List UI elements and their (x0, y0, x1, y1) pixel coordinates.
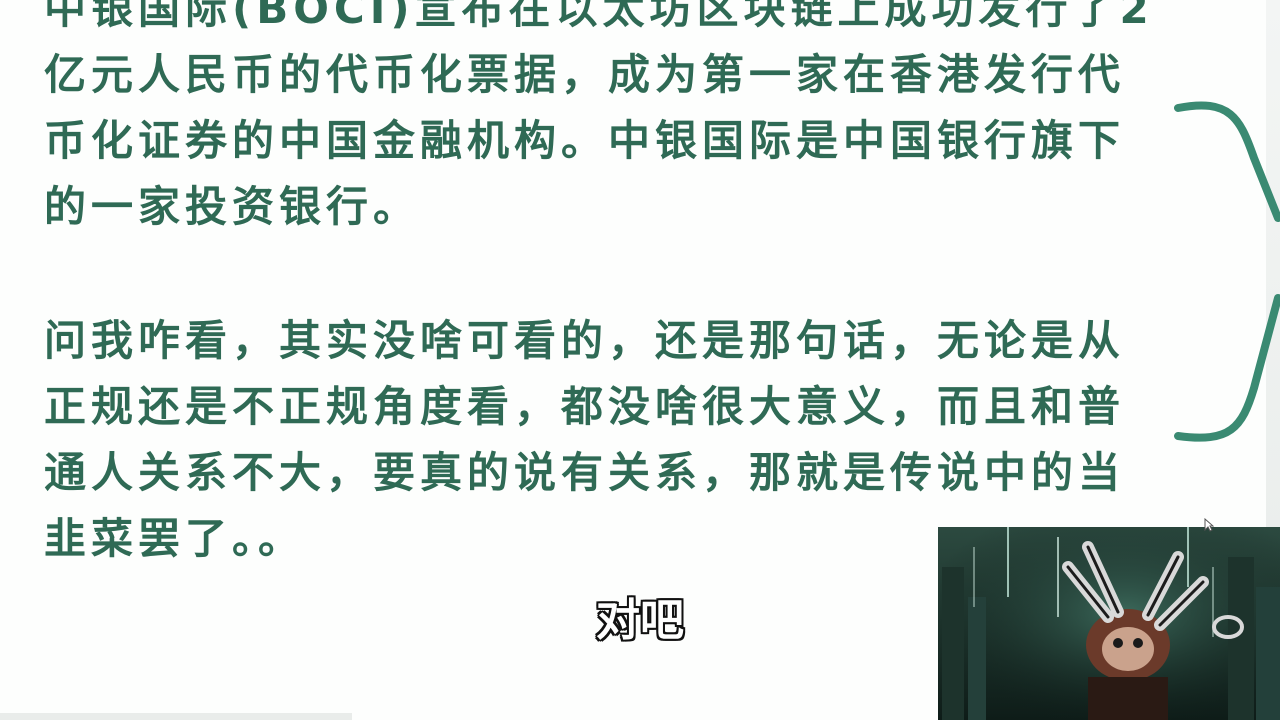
mouse-cursor-icon (1204, 518, 1214, 532)
text-line: 币化证券的中国金融机构。中银国际是中国银行旗下 (44, 116, 1126, 165)
text-line: 的一家投资银行。 (44, 182, 421, 231)
raccoon-hands-artwork-icon (938, 527, 1280, 720)
decorative-bracket-icon (1174, 101, 1280, 442)
text-line: 问我咋看，其实没啥可看的，还是那句话，无论是从 (44, 316, 1126, 365)
text-line: 亿元人民币的代币化票据，成为第一家在香港发行代 (44, 50, 1126, 99)
paragraph-boci-news: 中银国际(BOCI)宣布在以太坊区块链上成功发行了2 亿元人民币的代币化票据，成… (44, 0, 1174, 240)
bottom-edge-bar (0, 713, 352, 720)
text-line: 通人关系不大，要真的说有关系，那就是传说中的当 (44, 448, 1126, 497)
slide-canvas: 中银国际(BOCI)宣布在以太坊区块链上成功发行了2 亿元人民币的代币化票据，成… (0, 0, 1280, 720)
text-line: 中银国际(BOCI)宣布在以太坊区块链上成功发行了2 (44, 0, 1154, 33)
video-subtitle: 对吧 (596, 595, 684, 646)
presenter-thumbnail (938, 527, 1280, 720)
text-line: 正规还是不正规角度看，都没啥很大意义，而且和普 (44, 382, 1126, 431)
